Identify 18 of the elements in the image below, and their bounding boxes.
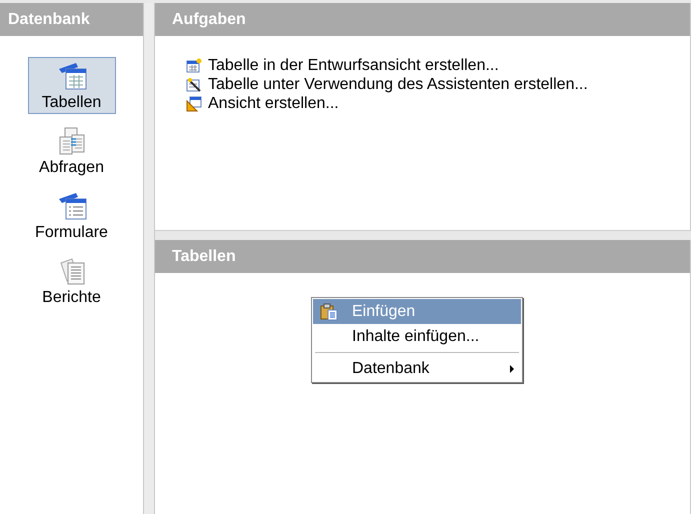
panel-title: Tabellen bbox=[171, 248, 236, 266]
table-icon bbox=[186, 58, 202, 74]
clipboard-icon bbox=[320, 302, 338, 320]
sidebar-item[interactable]: Berichte bbox=[28, 252, 116, 309]
menu-item[interactable]: Datenbank bbox=[313, 356, 521, 381]
sidebar-item[interactable]: Abfragen bbox=[28, 122, 116, 179]
view-icon bbox=[186, 96, 202, 112]
task-link[interactable]: Tabelle unter Verwendung des Assistenten erstellen... bbox=[208, 76, 588, 94]
splitter[interactable] bbox=[143, 3, 155, 514]
sidebar-title: Datenbank bbox=[7, 10, 90, 28]
sidebar-item[interactable]: Tabellen bbox=[28, 57, 116, 114]
menu-item[interactable]: Inhalte einfügen... bbox=[313, 324, 521, 349]
task-link[interactable]: Ansicht erstellen... bbox=[208, 95, 339, 113]
submenu-arrow-icon bbox=[509, 364, 515, 372]
panel-title: Aufgaben bbox=[171, 10, 246, 28]
wand-icon bbox=[186, 77, 202, 93]
sidebar-item[interactable]: Formulare bbox=[28, 187, 116, 244]
task-link[interactable]: Tabelle in der Entwurfsansicht erstellen... bbox=[208, 57, 499, 75]
